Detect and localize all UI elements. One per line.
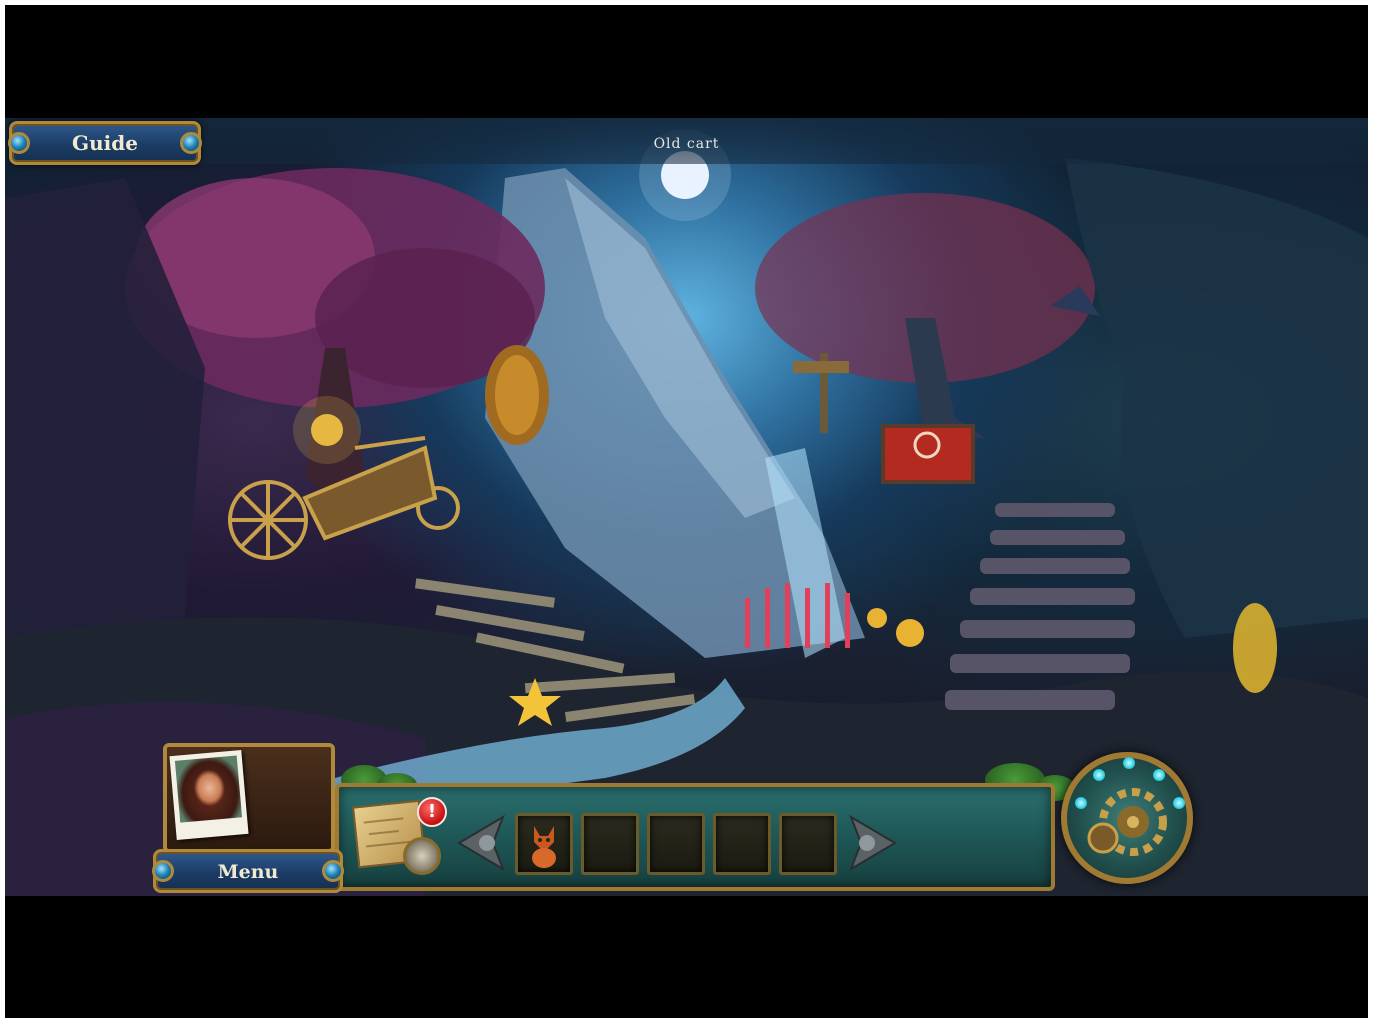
inventory-slots — [515, 813, 837, 875]
scroll-right-button[interactable] — [845, 813, 899, 873]
hint-charge-dot — [1153, 769, 1165, 781]
scroll-left-button[interactable] — [455, 813, 509, 873]
arrow-left-icon — [457, 814, 505, 872]
game-frame: Old cart Guide Menu ! — [5, 5, 1368, 1018]
location-label: Old cart — [653, 136, 720, 152]
guide-label: Guide — [72, 131, 138, 155]
inventory-slot[interactable] — [647, 813, 705, 875]
right-gem-icon — [180, 132, 202, 154]
hint-gear-button[interactable] — [1061, 752, 1193, 884]
glowing-shell — [1233, 603, 1277, 693]
fox-figurine-icon — [532, 826, 556, 868]
hint-charge-dot — [1173, 797, 1185, 809]
character-portrait[interactable] — [169, 750, 249, 840]
hint-charge-dot — [1075, 797, 1087, 809]
guide-button[interactable]: Guide — [8, 121, 202, 165]
inventory-slot[interactable] — [515, 813, 573, 875]
menu-label: Menu — [217, 861, 279, 883]
hint-gear-icon — [1087, 788, 1167, 856]
alert-badge: ! — [417, 797, 447, 827]
menu-button[interactable]: Menu — [152, 849, 344, 893]
inventory-slot[interactable] — [581, 813, 639, 875]
portrait-face — [174, 755, 243, 823]
arrow-right-icon — [849, 814, 897, 872]
inventory-slot[interactable] — [779, 813, 837, 875]
inventory-slot[interactable] — [713, 813, 771, 875]
right-gem-icon — [322, 860, 344, 882]
compass-icon[interactable] — [403, 837, 441, 875]
hint-charge-dot — [1123, 757, 1135, 769]
hint-charge-dot — [1093, 769, 1105, 781]
